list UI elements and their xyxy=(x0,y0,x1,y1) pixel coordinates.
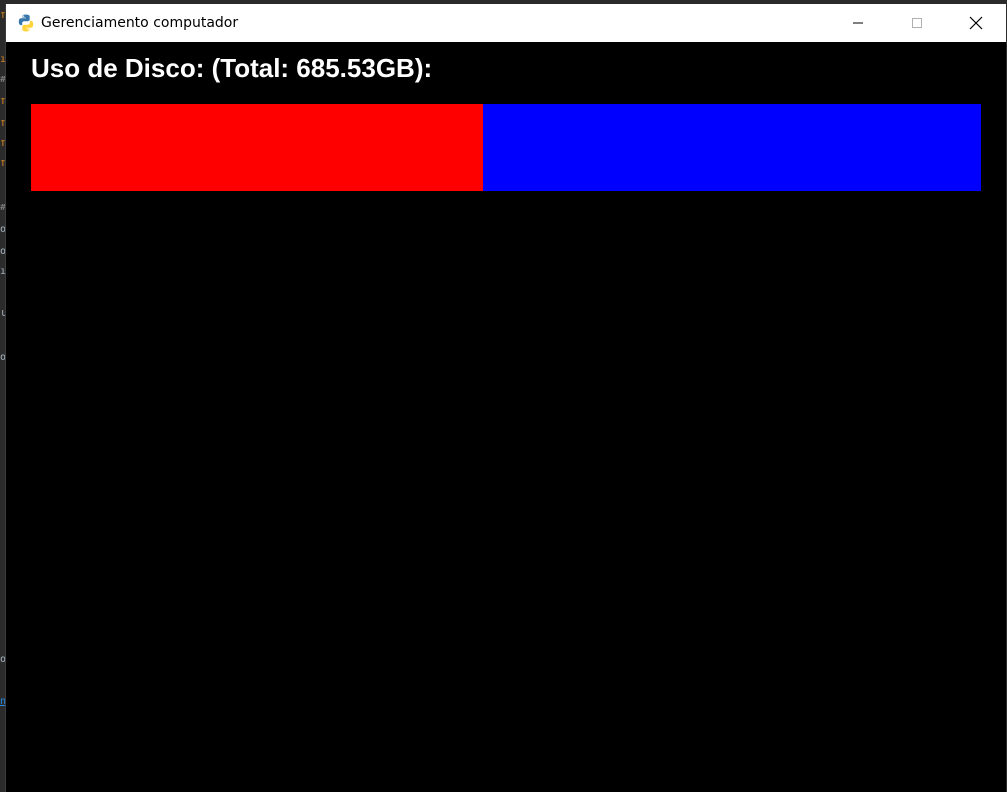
title-bar[interactable]: Gerenciamento computador xyxy=(6,4,1006,42)
minimize-button[interactable] xyxy=(829,4,887,42)
maximize-icon xyxy=(912,18,922,28)
python-icon xyxy=(18,14,34,32)
close-icon xyxy=(969,16,983,30)
app-window: Gerenciamento computador Uso de Disco: (… xyxy=(5,4,1006,792)
disk-free-segment xyxy=(483,104,981,191)
close-button[interactable] xyxy=(947,4,1005,42)
disk-used-segment xyxy=(31,104,484,191)
maximize-button[interactable] xyxy=(888,4,946,42)
minimize-icon xyxy=(853,22,863,24)
disk-usage-heading: Uso de Disco: (Total: 685.53GB): xyxy=(31,53,433,83)
disk-usage-bar xyxy=(31,104,981,191)
app-canvas: Uso de Disco: (Total: 685.53GB): xyxy=(6,42,1006,792)
window-title: Gerenciamento computador xyxy=(41,15,239,31)
